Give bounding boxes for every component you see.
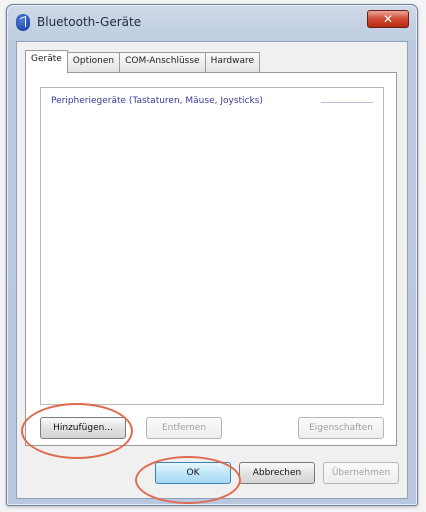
peripheral-group-header: Peripheriegeräte (Tastaturen, Mäuse, Joy… [51, 96, 263, 106]
remove-button[interactable]: Entfernen [146, 417, 222, 439]
bluetooth-icon [16, 14, 30, 31]
device-list[interactable]: Peripheriegeräte (Tastaturen, Mäuse, Joy… [40, 87, 384, 405]
tab-hardware[interactable]: Hardware [204, 52, 261, 72]
cancel-button[interactable]: Abbrechen [239, 462, 315, 484]
tab-com-ports[interactable]: COM-Anschlüsse [119, 52, 206, 72]
tab-options[interactable]: Optionen [66, 52, 121, 72]
add-button[interactable]: Hinzufügen... [40, 417, 126, 439]
bluetooth-devices-window: Bluetooth-Geräte ✕ Geräte Optionen COM-A… [6, 4, 418, 506]
tab-devices[interactable]: Geräte [25, 50, 68, 73]
title-bar[interactable]: Bluetooth-Geräte ✕ [7, 5, 417, 39]
ok-button[interactable]: OK [155, 462, 231, 484]
window-title: Bluetooth-Geräte [37, 15, 142, 29]
tab-strip: Geräte Optionen COM-Anschlüsse Hardware [25, 50, 261, 73]
devices-tab-panel: Peripheriegeräte (Tastaturen, Mäuse, Joy… [25, 72, 397, 446]
dialog-client-area: Geräte Optionen COM-Anschlüsse Hardware … [16, 41, 408, 499]
close-button[interactable]: ✕ [367, 10, 409, 28]
properties-button[interactable]: Eigenschaften [298, 417, 384, 439]
apply-button[interactable]: Übernehmen [323, 462, 399, 484]
group-divider [321, 102, 373, 103]
